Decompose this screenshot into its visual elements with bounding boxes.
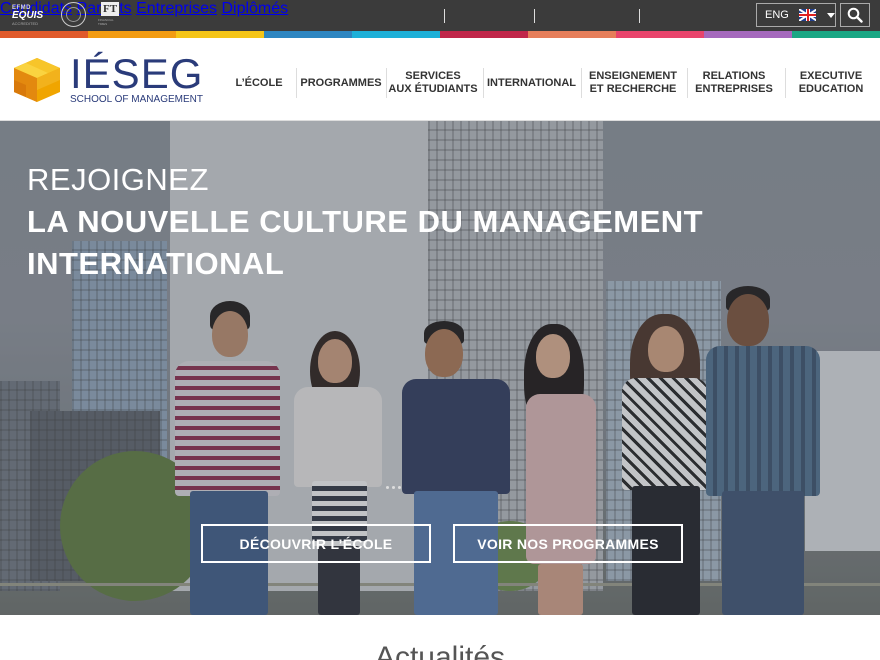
nav-item-label: SERVICES <box>405 70 461 82</box>
nav-item-label: ET RECHERCHE <box>589 83 677 95</box>
color-strip-segment <box>616 31 704 38</box>
nav-item-label: RELATIONS <box>702 70 766 82</box>
equis-sub-label: ACCREDITED <box>12 20 39 26</box>
nav-item-label: INTERNATIONAL <box>487 76 577 89</box>
color-strip-segment <box>528 31 616 38</box>
seal-accreditation-icon[interactable] <box>61 2 86 27</box>
color-strip-segment <box>440 31 528 38</box>
hero-title-line1: REJOIGNEZ <box>27 162 209 197</box>
nav-item-enseignement[interactable]: ENSEIGNEMENT ET RECHERCHE <box>585 68 681 98</box>
nav-divider <box>581 68 582 98</box>
nav-item-label: AUX ÉTUDIANTS <box>388 83 478 95</box>
top-divider <box>534 9 535 23</box>
equis-accreditation-logo[interactable]: EFMD EQUIS ACCREDITED <box>12 2 52 28</box>
color-strip-segment <box>88 31 176 38</box>
logo-subtitle: SCHOOL OF MANAGEMENT <box>70 94 203 105</box>
news-section: Actualités <box>0 615 880 660</box>
ft-name-label: FT <box>101 2 119 16</box>
nav-item-label: EXECUTIVE <box>799 70 863 82</box>
view-programs-button[interactable]: VOIR NOS PROGRAMMES <box>453 524 683 563</box>
top-divider <box>444 9 445 23</box>
main-header: IÉSEG SCHOOL OF MANAGEMENT L’ÉCOLE PROGR… <box>0 38 880 121</box>
hero-title-line2: LA NOUVELLE CULTURE DU MANAGEMENT INTERN… <box>27 204 704 281</box>
logo-cube-icon <box>14 58 60 102</box>
search-icon <box>847 7 863 23</box>
color-strip-segment <box>264 31 352 38</box>
news-title: Actualités <box>374 641 506 660</box>
nav-item-executive[interactable]: EXECUTIVE EDUCATION <box>789 68 873 98</box>
ieseg-logo[interactable]: IÉSEG SCHOOL OF MANAGEMENT <box>10 52 203 110</box>
nav-divider <box>687 68 688 98</box>
nav-item-relations[interactable]: RELATIONS ENTREPRISES <box>691 68 777 98</box>
color-strip-segment <box>352 31 440 38</box>
uk-flag-icon <box>798 9 816 21</box>
nav-item-label: PROGRAMMES <box>300 76 382 89</box>
nav-item-services[interactable]: SERVICES AUX ÉTUDIANTS <box>388 68 478 98</box>
nav-divider <box>483 68 484 98</box>
equis-name-label: EQUIS <box>12 9 44 21</box>
top-bar: EFMD EQUIS ACCREDITED FT FINANCIAL TIMES… <box>0 0 880 31</box>
nav-divider <box>785 68 786 98</box>
nav-item-label: L’ÉCOLE <box>235 76 283 89</box>
language-code: ENG <box>765 9 789 21</box>
hero-banner: REJOIGNEZ LA NOUVELLE CULTURE DU MANAGEM… <box>0 121 880 615</box>
nav-item-label: ENSEIGNEMENT <box>588 70 677 82</box>
color-strip <box>0 31 880 38</box>
chevron-down-icon <box>827 12 835 18</box>
nav-item-programmes[interactable]: PROGRAMMES <box>300 68 382 98</box>
nav-item-label: ENTREPRISES <box>695 83 773 95</box>
logo-wordmark: IÉSEG <box>70 50 204 97</box>
color-strip-segment <box>176 31 264 38</box>
ft-ranking-logo[interactable]: FT FINANCIAL TIMES <box>98 2 122 28</box>
discover-school-button[interactable]: DÉCOUVRIR L’ÉCOLE <box>201 524 431 563</box>
top-link-diplomes[interactable]: Diplômés <box>221 0 288 17</box>
top-divider <box>639 9 640 23</box>
nav-item-ecole[interactable]: L’ÉCOLE <box>232 68 286 98</box>
nav-divider <box>386 68 387 98</box>
top-link-entreprises[interactable]: Entreprises <box>136 0 217 17</box>
nav-item-label: EDUCATION <box>798 83 864 95</box>
color-strip-segment <box>0 31 88 38</box>
search-button[interactable] <box>840 3 870 27</box>
ft-sub-label: FINANCIAL TIMES <box>98 18 114 26</box>
color-strip-segment <box>704 31 792 38</box>
nav-item-international[interactable]: INTERNATIONAL <box>487 68 576 98</box>
language-selector[interactable]: ENG <box>756 3 836 27</box>
carousel-dots[interactable] <box>386 486 401 489</box>
color-strip-segment <box>792 31 880 38</box>
nav-divider <box>296 68 297 98</box>
